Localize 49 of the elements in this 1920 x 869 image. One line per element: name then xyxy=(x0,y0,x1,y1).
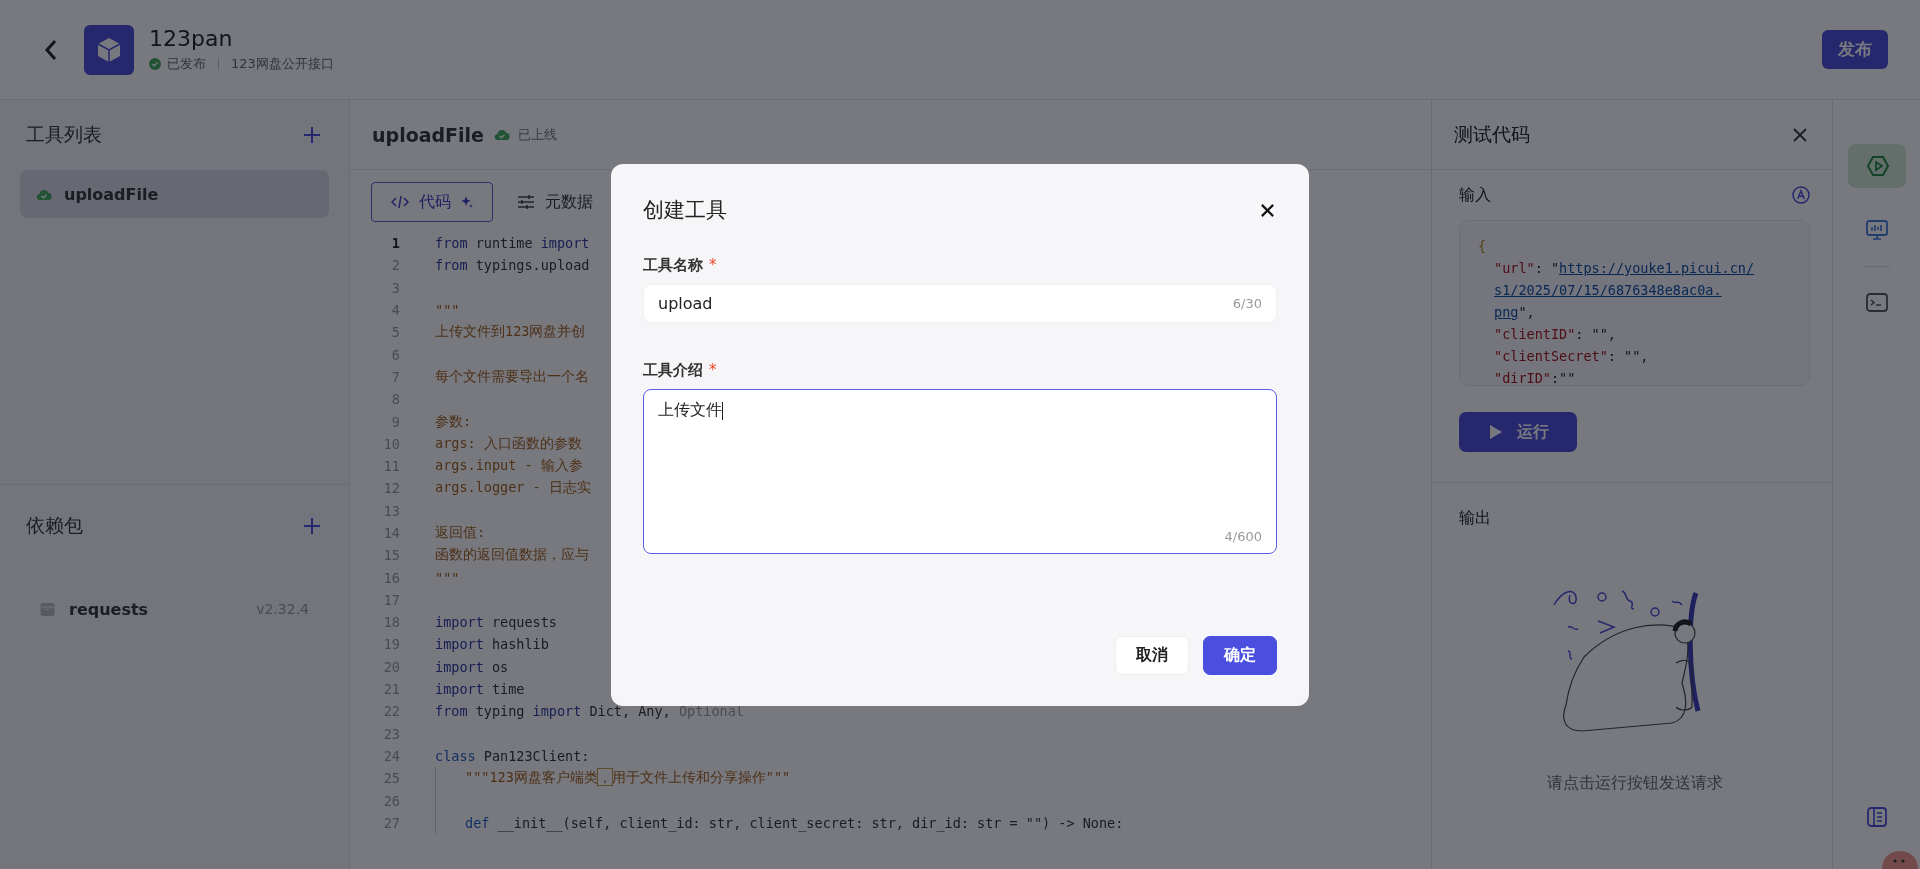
app-description: 123网盘公开接口 xyxy=(231,55,334,73)
cancel-button[interactable]: 取消 xyxy=(1115,636,1189,675)
character-counter: 4/600 xyxy=(1224,529,1262,544)
code-line: 返回值: xyxy=(435,524,486,542)
description-field[interactable]: 上传文件 4/600 xyxy=(643,389,1277,554)
code-line: 每个文件需要导出一个名 xyxy=(435,367,589,386)
code-line: """123网盘客户端类，用于文件上传和分享操作""" xyxy=(465,769,791,788)
panel-title: 测试代码 xyxy=(1454,121,1530,147)
code-line: def __init__(self, client_id: str, client_secret: str, dir_id: str = "") -> None: xyxy=(465,814,1124,831)
output-label: 输出 xyxy=(1459,507,1491,529)
app-title: 123pan xyxy=(149,26,234,51)
json-input-field[interactable]: { "url": "https://youke1.picui.cn/ s1/2025/07/15/6876348e8ac0a. png", "clientID": "", "clientSecret": "", "dirID":"" xyxy=(1459,220,1810,386)
code-line: 参数: xyxy=(435,412,472,431)
empty-output-message: 请点击运行按钮发送请求 xyxy=(1546,773,1723,794)
run-button[interactable]: 运行 xyxy=(1459,412,1577,452)
field-label: 工具介绍 xyxy=(643,361,703,380)
confirm-button[interactable]: 确定 xyxy=(1203,636,1277,675)
line-number: 1 xyxy=(390,235,400,252)
tool-item[interactable]: uploadFile xyxy=(20,170,329,218)
publish-button[interactable]: 发布 xyxy=(1822,30,1888,69)
code-line: import time xyxy=(435,681,525,698)
code-line: import os xyxy=(435,658,509,675)
field-label: 工具名称 xyxy=(643,256,703,275)
code-line: args.logger - 日志实 xyxy=(435,479,591,498)
code-line: import hashlib xyxy=(435,636,549,653)
input-label: 输入 xyxy=(1459,184,1491,206)
code-line: 上传文件到123网盘并创 xyxy=(435,323,586,342)
code-line: from runtime import xyxy=(435,235,590,252)
character-counter: 6/30 xyxy=(1232,296,1262,311)
code-line: """ xyxy=(435,302,460,319)
online-status: 已上线 xyxy=(518,125,557,144)
dialog-title: 创建工具 xyxy=(643,197,727,224)
package-name: requests xyxy=(69,599,149,619)
required-mark: * xyxy=(709,361,717,380)
required-mark: * xyxy=(709,256,717,275)
code-line: import requests xyxy=(435,614,557,631)
editor-tab[interactable]: 代码 xyxy=(371,182,493,222)
code-line: from typings.upload xyxy=(435,257,590,274)
code-line: args.input - 输入参 xyxy=(435,457,583,476)
code-line: args: 入口函数的参数 xyxy=(435,434,582,453)
tool-name: uploadFile xyxy=(372,123,484,146)
section-title: 依赖包 xyxy=(26,513,83,538)
code-line: """ xyxy=(435,569,460,586)
name-input-field[interactable]: upload 6/30 xyxy=(643,284,1277,323)
section-title: 工具列表 xyxy=(26,122,102,147)
editor-tab[interactable]: 元数据 xyxy=(497,182,613,222)
publish-status: 已发布 xyxy=(167,55,206,73)
code-line: 函数的返回值数据，应与 xyxy=(435,546,589,565)
code-line: class Pan123Client: xyxy=(435,747,590,764)
